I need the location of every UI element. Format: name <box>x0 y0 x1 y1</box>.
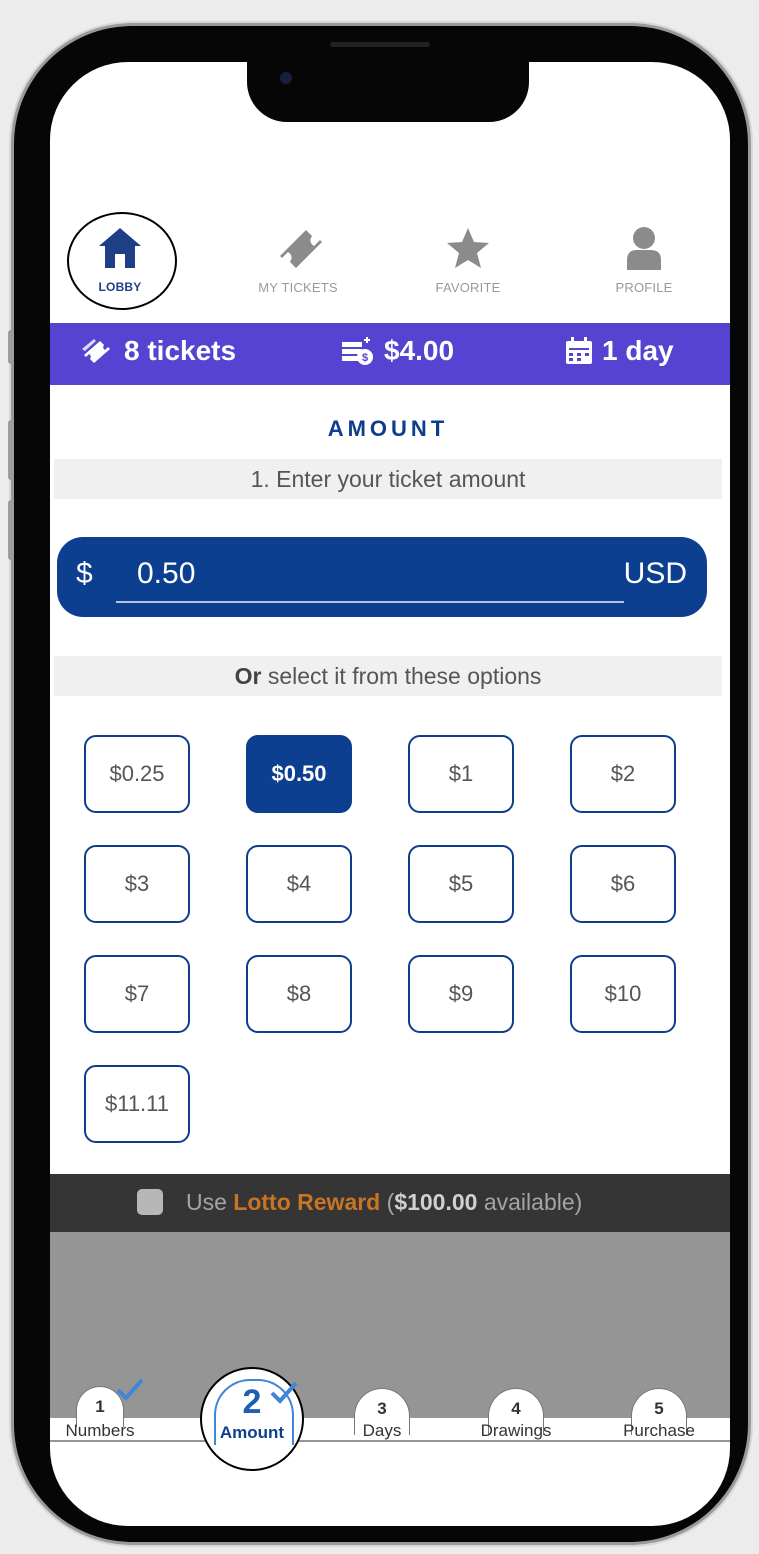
amount-option-button[interactable]: $8 <box>246 955 352 1033</box>
tickets-icon <box>82 339 110 363</box>
days-count: 1 day <box>564 335 674 367</box>
check-icon <box>116 1378 144 1401</box>
amount-option-button[interactable]: $7 <box>84 955 190 1033</box>
balance: $ $4.00 <box>340 335 454 367</box>
status-bar: 8 tickets $ $4.00 1 day <box>50 323 730 385</box>
speaker <box>330 42 430 47</box>
tickets-text: 8 tickets <box>124 335 237 366</box>
nav-profile[interactable]: PROFILE <box>574 226 714 295</box>
step-drawings[interactable]: 4 Drawings <box>464 1388 568 1441</box>
reward-row: Use Lotto Reward ($100.00 available) <box>50 1174 730 1232</box>
ticket-icon <box>280 230 322 268</box>
amount-section: AMOUNT 1. Enter your ticket amount $ 0.5… <box>54 392 722 1166</box>
step-days[interactable]: 3 Days <box>332 1388 432 1441</box>
options-instruction: Or select it from these options <box>54 656 722 696</box>
amount-option-button[interactable]: $11.11 <box>84 1065 190 1143</box>
reward-use: Use <box>186 1189 227 1215</box>
currency-symbol: $ <box>76 557 93 590</box>
reward-label: Use Lotto Reward ($100.00 available) <box>186 1189 582 1216</box>
star-icon <box>447 228 489 268</box>
reward-name: Lotto Reward <box>233 1189 381 1215</box>
amount-option-button[interactable]: $6 <box>570 845 676 923</box>
amount-option-button[interactable]: $10 <box>570 955 676 1033</box>
options-text: select it from these options <box>261 663 542 689</box>
money-icon: $ <box>342 337 373 365</box>
amount-option-button[interactable]: $0.25 <box>84 735 190 813</box>
reward-rest: available) <box>477 1189 583 1215</box>
amount-option-button[interactable]: $5 <box>408 845 514 923</box>
nav-label-favorite: FAVORITE <box>435 280 501 295</box>
lobby-highlight-circle <box>67 212 177 310</box>
reward-amount: $100.00 <box>394 1189 478 1215</box>
notch <box>247 58 529 122</box>
user-icon <box>627 227 661 270</box>
step-purchase[interactable]: 5 Purchase <box>606 1388 712 1441</box>
amount-input-box[interactable]: $ 0.50 USD <box>57 537 707 617</box>
step-label: Purchase <box>623 1421 695 1440</box>
options-prefix: Or <box>234 663 262 689</box>
step-amount[interactable]: 2 Amount <box>200 1367 304 1471</box>
input-underline <box>116 601 624 603</box>
step-numbers[interactable]: 1 Numbers <box>60 1378 144 1441</box>
nav-favorite[interactable]: FAVORITE <box>398 226 538 295</box>
step-instruction: 1. Enter your ticket amount <box>54 459 722 499</box>
calendar-icon <box>566 337 592 364</box>
amount-input[interactable]: 0.50 <box>137 557 195 591</box>
amount-option-button[interactable]: $0.50 <box>246 735 352 813</box>
side-button <box>8 330 14 364</box>
volume-down-button <box>8 500 14 560</box>
balance-text: $4.00 <box>384 335 455 366</box>
currency-code: USD <box>623 557 687 590</box>
volume-up-button <box>8 420 14 480</box>
amount-option-button[interactable]: $9 <box>408 955 514 1033</box>
reward-open: ( <box>380 1189 395 1215</box>
tickets-count: 8 tickets <box>80 335 236 367</box>
step-label: Amount <box>219 1423 285 1442</box>
amount-option-button[interactable]: $1 <box>408 735 514 813</box>
amount-option-button[interactable]: $4 <box>246 845 352 923</box>
section-title: AMOUNT <box>327 416 449 441</box>
front-camera <box>280 72 292 84</box>
check-icon <box>270 1381 298 1404</box>
days-text: 1 day <box>602 335 674 366</box>
step-label: Drawings <box>480 1421 552 1440</box>
reward-checkbox[interactable] <box>137 1189 163 1215</box>
nav-label-profile: PROFILE <box>615 280 673 295</box>
nav-my-tickets[interactable]: MY TICKETS <box>228 226 368 295</box>
step-label: Days <box>362 1421 402 1440</box>
svg-text:$: $ <box>362 352 368 364</box>
step-label: Numbers <box>65 1421 135 1440</box>
amount-option-button[interactable]: $2 <box>570 735 676 813</box>
nav-label-my-tickets: MY TICKETS <box>258 280 338 295</box>
amount-option-button[interactable]: $3 <box>84 845 190 923</box>
